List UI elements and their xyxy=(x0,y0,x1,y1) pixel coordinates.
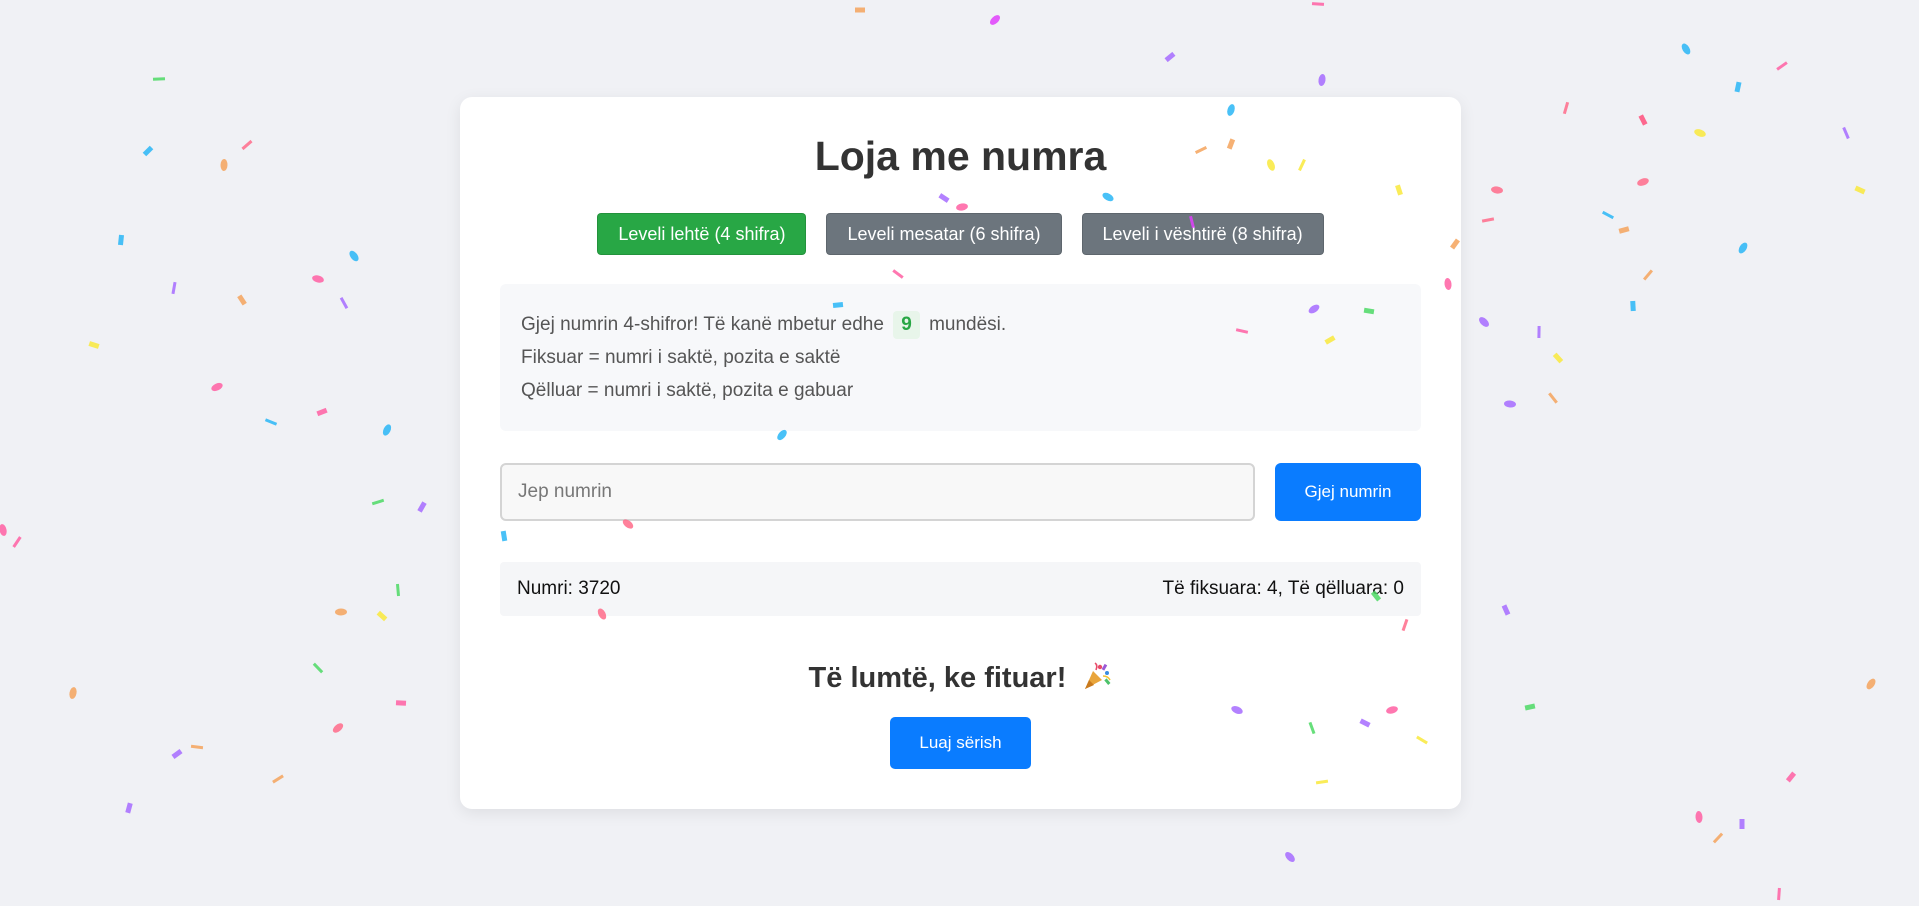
level-easy-button[interactable]: Leveli lehtë (4 shifra) xyxy=(597,213,807,255)
game-card: Loja me numra Leveli lehtë (4 shifra) Le… xyxy=(460,97,1461,809)
confetti-piece xyxy=(1504,400,1516,408)
attempts-left-badge: 9 xyxy=(893,311,920,339)
confetti-piece xyxy=(211,382,223,392)
confetti-piece xyxy=(1776,61,1788,71)
confetti-piece xyxy=(1712,832,1724,844)
instructions-panel: Gjej numrin 4-shifror! Të kanë mbetur ed… xyxy=(500,284,1421,431)
confetti-piece xyxy=(272,774,284,784)
confetti-piece xyxy=(990,15,1000,25)
confetti-piece xyxy=(12,536,22,548)
confetti-piece xyxy=(1785,771,1797,783)
confetti-piece xyxy=(1164,51,1176,63)
confetti-piece xyxy=(1311,2,1325,6)
confetti-piece xyxy=(171,281,177,295)
confetti-piece xyxy=(1479,317,1489,327)
confetti-piece xyxy=(171,749,183,759)
confetti-piece xyxy=(1601,210,1615,220)
confetti-piece xyxy=(335,608,347,616)
confetti-piece xyxy=(1548,392,1558,404)
confetti-piece xyxy=(69,687,77,699)
win-message-text: Të lumtë, ke fituar! xyxy=(808,662,1067,694)
confetti-piece xyxy=(312,662,324,674)
confetti-piece xyxy=(417,501,427,513)
confetti-piece xyxy=(0,524,7,536)
instructions-line-attempts: Gjej numrin 4-shifror! Të kanë mbetur ed… xyxy=(521,308,1400,341)
confetti-piece xyxy=(855,7,865,13)
confetti-piece xyxy=(382,424,392,436)
confetti-piece xyxy=(117,234,125,246)
confetti-piece xyxy=(1618,226,1630,234)
confetti-piece xyxy=(237,294,247,306)
level-medium-button[interactable]: Leveli mesatar (6 shifra) xyxy=(826,213,1062,255)
confetti-piece xyxy=(371,498,385,506)
guess-input[interactable] xyxy=(500,463,1255,521)
confetti-piece xyxy=(1524,703,1536,711)
play-again-button[interactable]: Luaj sërish xyxy=(890,717,1031,769)
confetti-piece xyxy=(1318,74,1326,86)
instructions-line-fixed: Fiksuar = numri i saktë, pozita e saktë xyxy=(521,347,841,368)
page-title: Loja me numra xyxy=(814,133,1107,179)
confetti-piece xyxy=(125,802,133,814)
confetti-piece xyxy=(1481,217,1495,223)
confetti-piece xyxy=(241,139,253,151)
confetti-piece xyxy=(1552,352,1564,364)
result-number: Numri: 3720 xyxy=(517,578,621,599)
confetti-piece xyxy=(142,145,154,157)
confetti-piece xyxy=(376,610,388,622)
confetti-piece xyxy=(1734,81,1742,93)
result-row: Numri: 3720 Të fiksuara: 4, Të qëlluara:… xyxy=(500,562,1421,616)
confetti-piece xyxy=(349,250,359,262)
confetti-piece xyxy=(1562,101,1570,115)
confetti-piece xyxy=(1842,126,1850,140)
confetti-piece xyxy=(1681,43,1691,55)
confetti-piece xyxy=(88,341,100,349)
confetti-piece xyxy=(1638,114,1648,126)
confetti-piece xyxy=(152,77,166,81)
party-popper-icon xyxy=(1082,661,1112,699)
level-hard-button[interactable]: Leveli i vështirë (8 shifra) xyxy=(1081,213,1324,255)
confetti-piece xyxy=(190,744,204,750)
confetti-piece xyxy=(1866,678,1876,690)
confetti-piece xyxy=(1285,852,1295,862)
confetti-piece xyxy=(1739,819,1745,829)
instructions-line-hit: Qëlluar = numri i saktë, pozita e gabuar xyxy=(521,380,854,401)
confetti-piece xyxy=(1738,242,1748,254)
confetti-piece xyxy=(395,583,401,597)
confetti-piece xyxy=(312,275,324,283)
confetti-piece xyxy=(1637,178,1649,186)
confetti-piece xyxy=(1694,129,1706,137)
confetti-piece xyxy=(1642,269,1654,281)
confetti-piece xyxy=(1777,887,1781,901)
confetti-piece xyxy=(395,700,407,706)
result-score: Të fiksuara: 4, Të qëlluara: 0 xyxy=(1162,578,1405,599)
guess-button[interactable]: Gjej numrin xyxy=(1275,463,1421,521)
confetti-piece xyxy=(316,407,328,417)
confetti-piece xyxy=(1630,300,1636,312)
level-selector: Leveli lehtë (4 shifra) Leveli mesatar (… xyxy=(460,213,1461,255)
confetti-piece xyxy=(1537,325,1541,339)
confetti-piece xyxy=(332,723,344,733)
win-message: Të lumtë, ke fituar! xyxy=(460,661,1461,699)
confetti-piece xyxy=(264,418,278,426)
confetti-piece xyxy=(339,297,349,309)
confetti-piece xyxy=(1491,186,1503,194)
confetti-piece xyxy=(1501,604,1511,616)
attempts-text-before: Gjej numrin 4-shifror! Të kanë mbetur ed… xyxy=(521,314,884,335)
confetti-piece xyxy=(220,159,228,171)
confetti-piece xyxy=(1695,811,1703,823)
attempts-text-after: mundësi. xyxy=(929,314,1007,335)
confetti-piece xyxy=(1854,185,1866,195)
